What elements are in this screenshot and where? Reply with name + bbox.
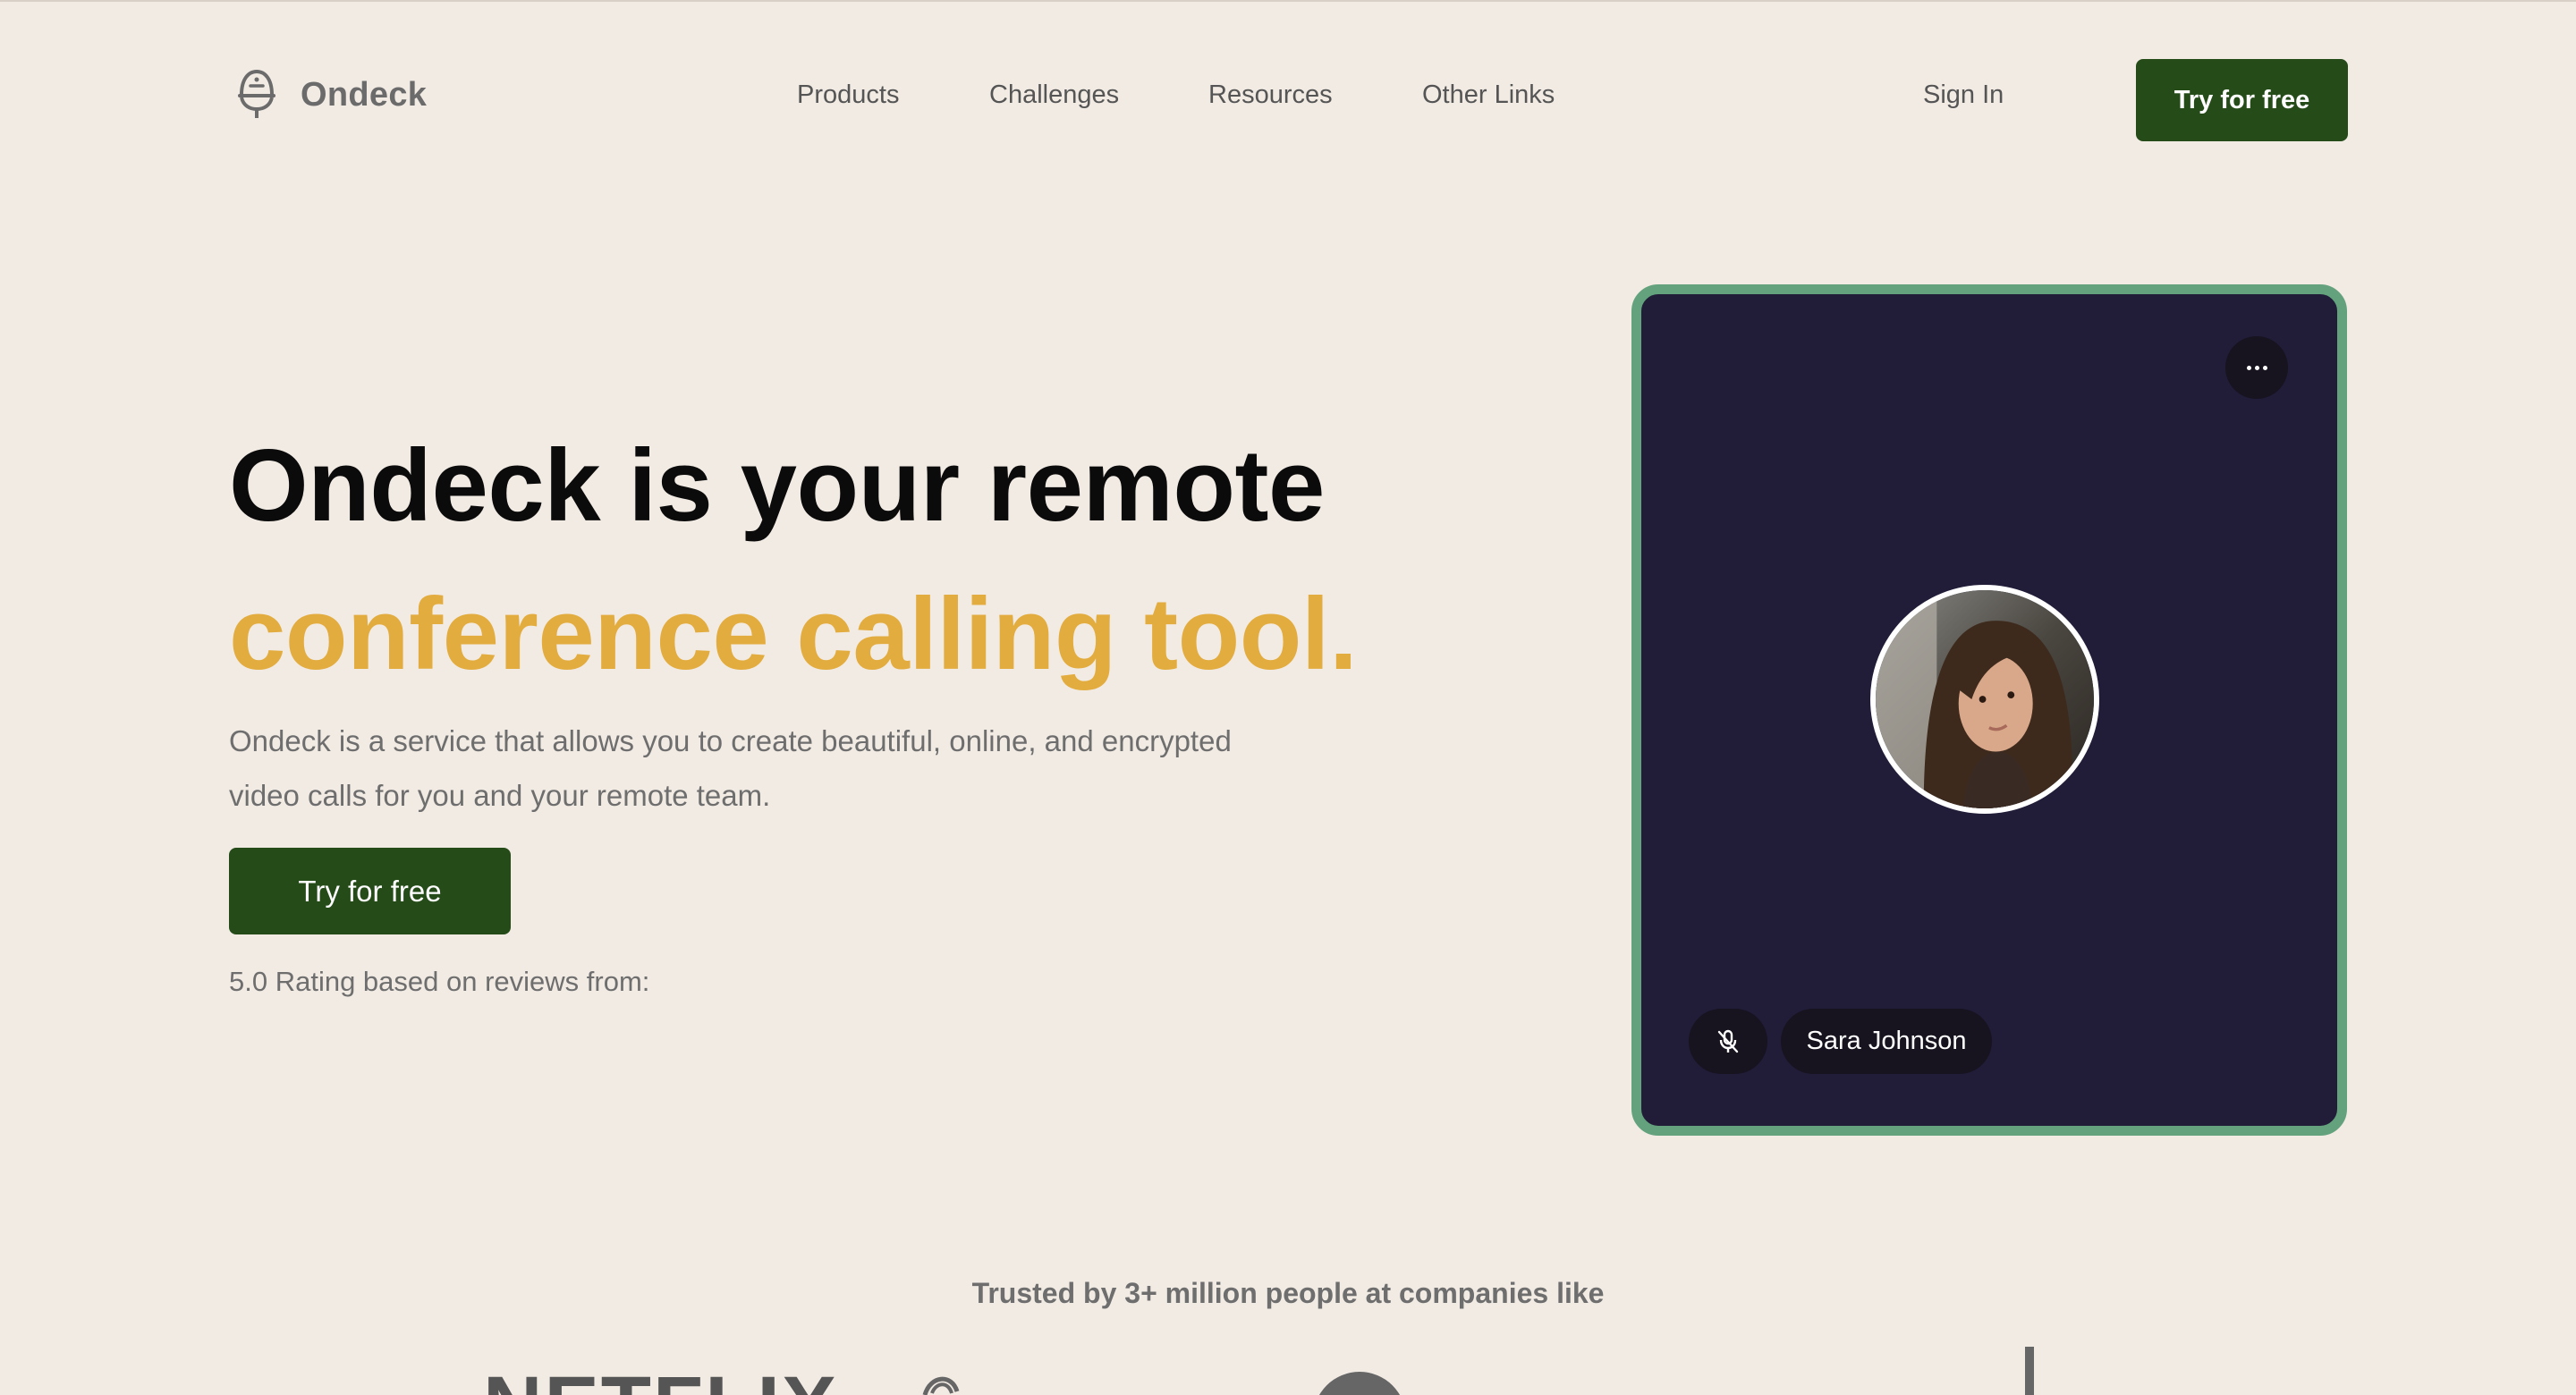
top-border [0, 0, 2576, 2]
more-options-button[interactable] [2225, 336, 2288, 399]
company-logos-row: NETFLIX [0, 1341, 2576, 1395]
sign-in-link[interactable]: Sign In [1923, 80, 2004, 110]
participant-name-label: Sara Johnson [1781, 1009, 1992, 1074]
netflix-logo: NETFLIX [483, 1365, 838, 1395]
hero-title-line2: conference calling tool. [229, 578, 1358, 691]
hero-try-free-button[interactable]: Try for free [229, 848, 511, 934]
nav-challenges[interactable]: Challenges [989, 80, 1119, 110]
rating-text: 5.0 Rating based on reviews from: [229, 966, 650, 997]
header-try-free-button[interactable]: Try for free [2136, 59, 2348, 141]
nav-products[interactable]: Products [797, 80, 899, 110]
mute-toggle-button[interactable] [1689, 1009, 1767, 1074]
company-logo-3 [1313, 1372, 1406, 1395]
hero-title-line1: Ondeck is your remote [229, 429, 1325, 543]
company-logo-2 [922, 1376, 960, 1395]
mic-off-icon [1717, 1029, 1739, 1053]
brand-name: Ondeck [301, 75, 428, 114]
trusted-by-text: Trusted by 3+ million people at companie… [971, 1277, 1605, 1309]
participant-photo [1876, 590, 2094, 808]
nav-resources[interactable]: Resources [1208, 80, 1333, 110]
more-options-icon [2245, 365, 2269, 370]
company-logo-4 [2025, 1347, 2034, 1395]
brand-logo[interactable]: Ondeck [234, 68, 427, 122]
hero-description: Ondeck is a service that allows you to c… [229, 724, 1232, 812]
nav-other-links[interactable]: Other Links [1422, 80, 1555, 110]
participant-avatar [1870, 585, 2099, 814]
podium-mic-icon [238, 69, 275, 118]
